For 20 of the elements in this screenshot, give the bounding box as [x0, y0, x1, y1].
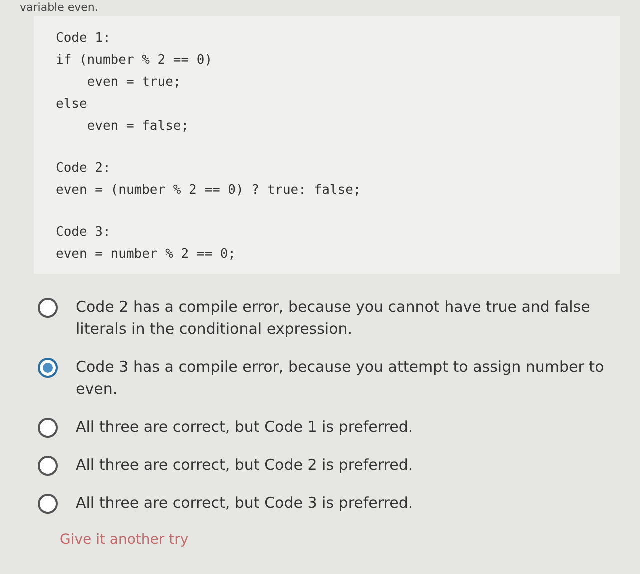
radio-button[interactable] — [38, 298, 58, 318]
option-label[interactable]: Code 3 has a compile error, because you attempt to assign number to even. — [76, 356, 610, 400]
radio-button[interactable] — [38, 358, 58, 378]
radio-button[interactable] — [38, 418, 58, 438]
question-text: variable even. — [20, 1, 98, 14]
code-line: else — [56, 96, 88, 114]
option-label[interactable]: Code 2 has a compile error, because you cannot have true and false literals in the conditional expression. — [76, 296, 610, 340]
code-line: Code 2: — [56, 160, 112, 178]
code-line: even = false; — [86, 118, 190, 136]
code-line: Code 3: — [56, 224, 112, 242]
code-line: even = (number % 2 == 0) ? true: false; — [56, 182, 362, 200]
option-label[interactable]: All three are correct, but Code 3 is preferred. — [76, 492, 414, 514]
radio-button[interactable] — [38, 494, 58, 514]
code-line: even = true; — [86, 74, 182, 92]
code-line: Code 1: — [56, 30, 112, 48]
code-line: even = number % 2 == 0; — [56, 246, 238, 264]
radio-button[interactable] — [38, 456, 58, 476]
option-label[interactable]: All three are correct, but Code 2 is preferred. — [76, 454, 414, 476]
option-label[interactable]: All three are correct, but Code 1 is preferred. — [76, 416, 414, 438]
code-line: if (number % 2 == 0) — [56, 52, 214, 70]
